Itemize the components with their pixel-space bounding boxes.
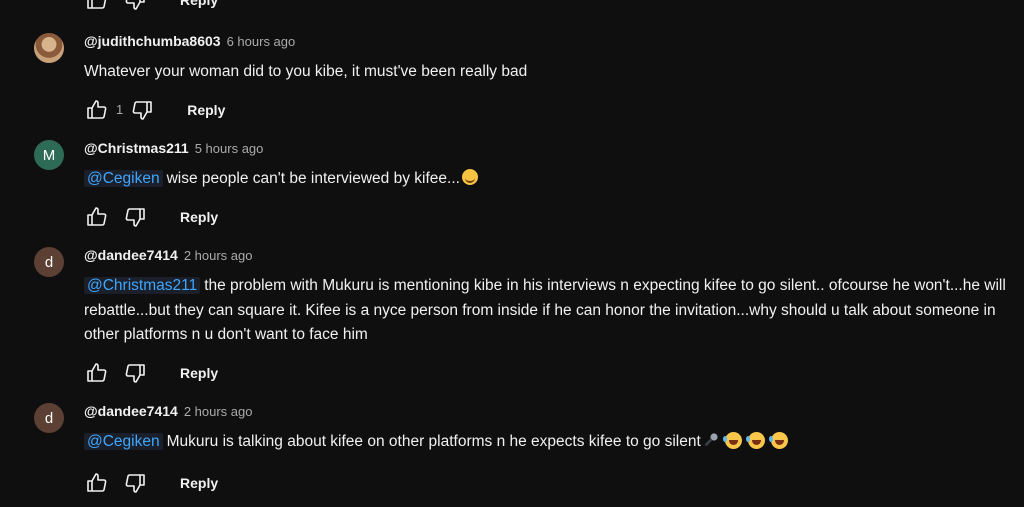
- comment-author[interactable]: @dandee7414: [84, 247, 178, 263]
- smiling-face-emoji: [461, 169, 478, 185]
- thumbs-down-icon: [125, 473, 145, 493]
- previous-comment-actions: Reply: [84, 0, 230, 13]
- comment-text-content: Mukuru is talking about kifee on other p…: [166, 433, 701, 450]
- thumbs-down-icon: [125, 207, 145, 227]
- reply-button[interactable]: Reply: [168, 0, 230, 14]
- comment-text: @Christmas211 the problem with Mukuru is …: [84, 274, 1016, 348]
- comment-timestamp[interactable]: 6 hours ago: [227, 34, 296, 49]
- thumbs-up-icon: [87, 472, 107, 492]
- comment-header: @judithchumba8603 6 hours ago: [84, 33, 1016, 51]
- like-button[interactable]: [84, 360, 110, 386]
- avatar[interactable]: d: [34, 403, 64, 433]
- comment-timestamp[interactable]: 5 hours ago: [195, 141, 264, 156]
- comment-author[interactable]: @Christmas211: [84, 140, 189, 156]
- dislike-button[interactable]: [122, 204, 148, 230]
- rolling-on-floor-laughing-emoji: [768, 432, 788, 449]
- microphone-emoji: [703, 432, 719, 458]
- rolling-on-floor-laughing-emoji: [745, 432, 765, 449]
- thumbs-up-icon: [87, 0, 107, 9]
- comment-author[interactable]: @judithchumba8603: [84, 33, 221, 49]
- mention-link[interactable]: @Christmas211: [84, 277, 201, 294]
- thumbs-down-icon: [132, 100, 153, 120]
- comment-timestamp[interactable]: 2 hours ago: [184, 404, 253, 419]
- mention-link[interactable]: @Cegiken: [84, 170, 163, 187]
- comment-header: @dandee7414 2 hours ago: [84, 403, 1016, 421]
- thumbs-up-icon: [87, 206, 107, 226]
- comment-text: @Cegiken Mukuru is talking about kifee on…: [84, 430, 1016, 458]
- dislike-button[interactable]: [122, 0, 148, 13]
- comment-body: @Christmas211 5 hours ago @Cegiken wise p…: [84, 140, 1016, 232]
- comment-timestamp[interactable]: 2 hours ago: [184, 248, 253, 263]
- reply-button[interactable]: Reply: [175, 96, 237, 124]
- comment-header: @dandee7414 2 hours ago: [84, 247, 1016, 265]
- avatar-letter: d: [44, 409, 54, 427]
- comments-section: Reply @judithchumba8603 6 hours ago What…: [0, 0, 1024, 507]
- reply-button[interactable]: Reply: [168, 203, 230, 231]
- like-button[interactable]: [84, 470, 110, 496]
- comment-author[interactable]: @dandee7414: [84, 403, 178, 419]
- avatar-letter: M: [42, 146, 56, 164]
- comment-actions: Reply: [84, 468, 1016, 498]
- comment-text-content: Whatever your woman did to you kibe, it …: [84, 63, 528, 80]
- dislike-button[interactable]: [122, 470, 148, 496]
- comment-text: Whatever your woman did to you kibe, it …: [84, 60, 1016, 85]
- mention-link[interactable]: @Cegiken: [84, 433, 163, 450]
- dislike-button[interactable]: [129, 97, 155, 123]
- avatar[interactable]: M: [34, 140, 64, 170]
- comment-header: @Christmas211 5 hours ago: [84, 140, 1016, 158]
- thumbs-up-icon: [87, 362, 107, 382]
- comment-actions: Reply: [84, 202, 1016, 232]
- like-count: 1: [116, 102, 124, 117]
- avatar-letter: d: [44, 253, 54, 271]
- comment-body: @dandee7414 2 hours ago @Cegiken Mukuru i…: [84, 403, 1016, 498]
- comment-text-content: the problem with Mukuru is mentioning ki…: [84, 277, 1006, 343]
- like-button[interactable]: [84, 204, 110, 230]
- thumbs-down-icon: [125, 363, 145, 383]
- dislike-button[interactable]: [122, 360, 148, 386]
- comment-body: @judithchumba8603 6 hours ago Whatever y…: [84, 33, 1016, 125]
- comment-actions: 1 Reply: [84, 95, 1016, 125]
- comment-body: @dandee7414 2 hours ago @Christmas211 the…: [84, 247, 1016, 388]
- reply-button[interactable]: Reply: [168, 469, 230, 497]
- thumbs-down-icon: [125, 0, 145, 10]
- like-button[interactable]: [84, 0, 110, 13]
- thumbs-up-icon: [87, 99, 107, 119]
- rolling-on-floor-laughing-emoji: [722, 432, 742, 449]
- avatar[interactable]: [34, 33, 64, 63]
- comment-actions: Reply: [84, 358, 1016, 388]
- comment-text-content: wise people can't be interviewed by kife…: [166, 170, 460, 187]
- reply-button[interactable]: Reply: [168, 359, 230, 387]
- avatar[interactable]: d: [34, 247, 64, 277]
- comment-text: @Cegiken wise people can't be interviewed…: [84, 167, 1016, 192]
- like-button[interactable]: [84, 97, 110, 123]
